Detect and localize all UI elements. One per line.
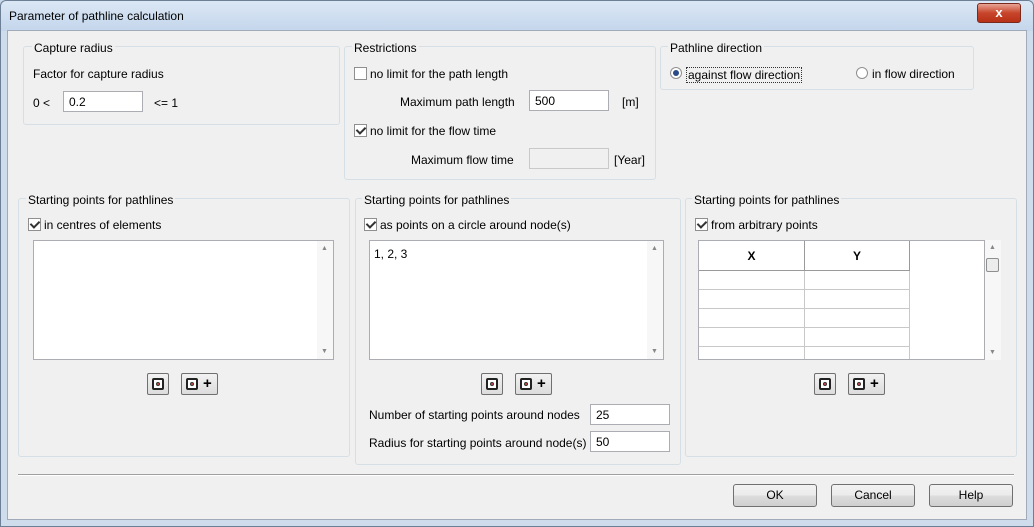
pick-point-icon (520, 378, 532, 390)
start-elements-label: Starting points for pathlines (26, 193, 176, 207)
centres-of-elements-label: in centres of elements (44, 218, 162, 232)
no-limit-length-label: no limit for the path length (370, 67, 509, 81)
nodes-list[interactable]: 1, 2, 3 ▲ ▼ (369, 240, 664, 360)
grid-cell[interactable] (699, 290, 805, 309)
grid-scrollbar[interactable]: ▲ ▼ (985, 240, 1001, 360)
nodes-list-scrollbar[interactable]: ▲ ▼ (647, 241, 663, 359)
add-node-button[interactable]: + (515, 373, 552, 395)
grid-cell[interactable] (805, 328, 910, 347)
in-flow-radio[interactable] (856, 67, 868, 79)
grid-cell[interactable] (699, 328, 805, 347)
grid-header-y[interactable]: Y (805, 241, 910, 271)
length-unit-label: [m] (622, 95, 639, 109)
title-bar: Parameter of pathline calculation x (1, 1, 1033, 31)
pick-point-button[interactable] (147, 373, 169, 395)
circle-around-nodes-checkbox[interactable] (364, 218, 377, 231)
start-nodes-label: Starting points for pathlines (362, 193, 512, 207)
pick-point-icon (186, 378, 198, 390)
pick-point-icon (152, 378, 164, 390)
centres-of-elements-checkbox[interactable] (28, 218, 41, 231)
circle-around-nodes-label: as points on a circle around node(s) (380, 218, 571, 232)
start-arbitrary-label: Starting points for pathlines (692, 193, 842, 207)
grid-scroll-thumb[interactable] (986, 258, 999, 272)
no-limit-length-checkbox[interactable] (354, 67, 367, 80)
arbitrary-points-label: from arbitrary points (711, 218, 818, 232)
capture-radius-label: Capture radius (32, 41, 115, 55)
radius-input[interactable] (590, 431, 670, 452)
elements-list-scrollbar[interactable]: ▲ ▼ (317, 241, 333, 359)
factor-label: Factor for capture radius (33, 67, 164, 81)
help-button[interactable]: Help (929, 484, 1013, 507)
plus-icon: + (203, 375, 212, 392)
against-flow-radio[interactable] (670, 67, 682, 79)
restrictions-label: Restrictions (352, 41, 419, 55)
grid-cell[interactable] (805, 290, 910, 309)
grid-cell[interactable] (805, 347, 910, 359)
max-time-label: Maximum flow time (411, 153, 514, 167)
grid-cell[interactable] (699, 271, 805, 290)
upper-bound-label: <= 1 (154, 96, 179, 110)
arbitrary-points-checkbox[interactable] (695, 218, 708, 231)
footer-separator (18, 474, 1014, 476)
nodes-list-text[interactable]: 1, 2, 3 (374, 247, 407, 261)
max-length-input[interactable] (529, 90, 609, 111)
pathline-direction-label: Pathline direction (668, 41, 765, 55)
ok-button[interactable]: OK (733, 484, 817, 507)
max-length-label: Maximum path length (400, 95, 515, 109)
no-limit-time-label: no limit for the flow time (370, 124, 497, 138)
num-points-input[interactable] (590, 404, 670, 425)
grid-cell[interactable] (805, 271, 910, 290)
max-time-input[interactable] (529, 148, 609, 169)
grid-cell[interactable] (699, 309, 805, 328)
against-flow-label: against flow direction (686, 67, 803, 83)
pick-point-icon (486, 378, 498, 390)
pick-node-button[interactable] (481, 373, 503, 395)
capture-radius-group (23, 46, 340, 125)
lower-bound-label: 0 < (33, 96, 51, 110)
capture-factor-input[interactable] (63, 91, 143, 112)
radius-label: Radius for starting points around node(s… (369, 436, 587, 450)
add-point-button[interactable]: + (181, 373, 218, 395)
close-button[interactable]: x (977, 3, 1021, 23)
arbitrary-points-grid[interactable]: X Y (698, 240, 985, 360)
grid-cell[interactable] (699, 347, 805, 359)
pick-point-icon (853, 378, 865, 390)
window-title: Parameter of pathline calculation (9, 9, 184, 23)
in-flow-label: in flow direction (872, 67, 955, 81)
num-points-label: Number of starting points around nodes (369, 408, 580, 422)
pick-arbitrary-button[interactable] (814, 373, 836, 395)
pick-point-icon (819, 378, 831, 390)
cancel-button[interactable]: Cancel (831, 484, 915, 507)
grid-cell[interactable] (805, 309, 910, 328)
add-arbitrary-button[interactable]: + (848, 373, 885, 395)
plus-icon: + (537, 375, 546, 392)
grid-header-x[interactable]: X (699, 241, 805, 271)
no-limit-time-checkbox[interactable] (354, 124, 367, 137)
elements-list[interactable]: ▲ ▼ (33, 240, 334, 360)
plus-icon: + (870, 375, 879, 392)
time-unit-label: [Year] (614, 153, 645, 167)
